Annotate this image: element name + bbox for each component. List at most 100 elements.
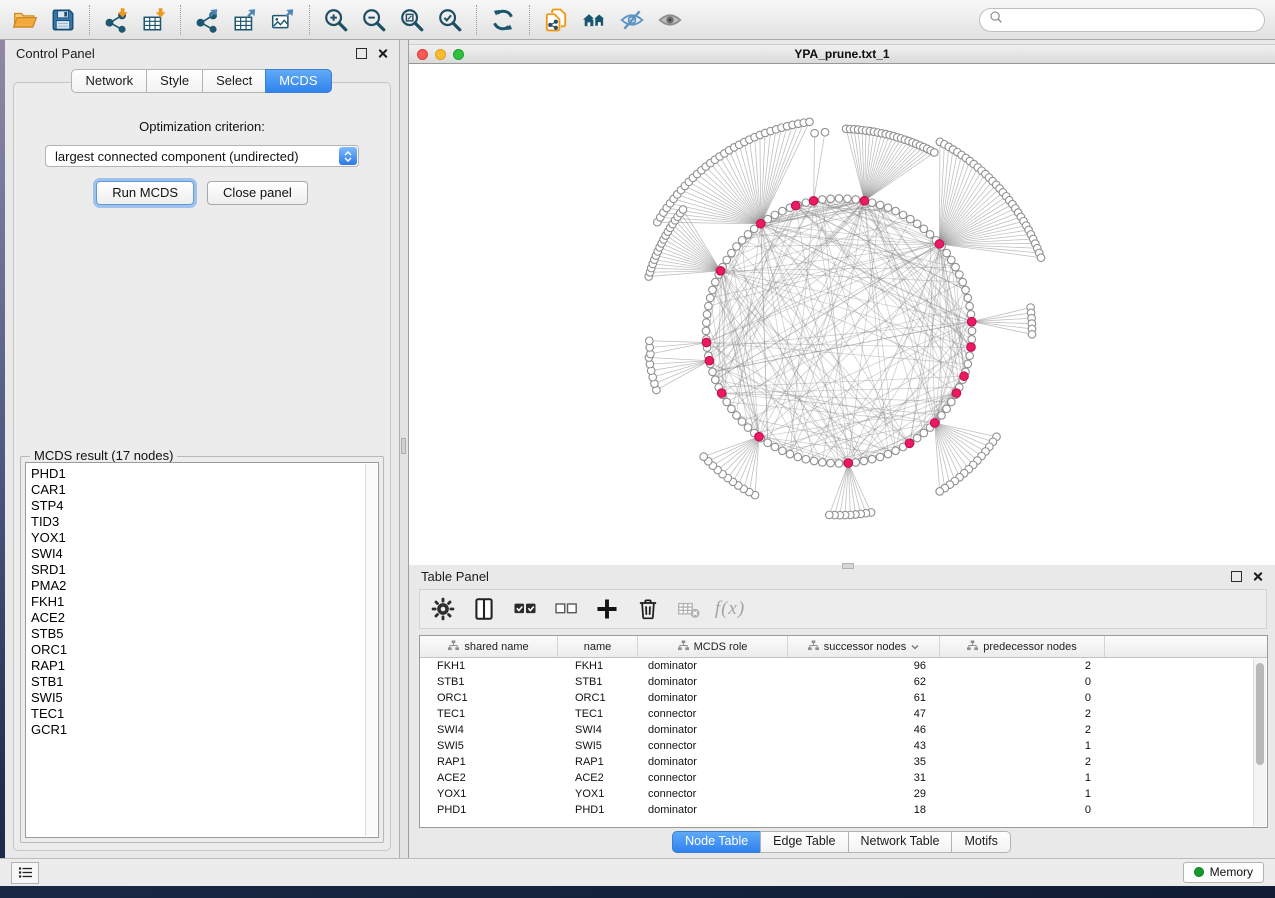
result-node-item[interactable]: ACE2 — [31, 610, 378, 626]
refresh-icon[interactable] — [488, 5, 518, 35]
deselect-all-icon[interactable] — [553, 596, 579, 622]
float-table-panel-icon[interactable] — [1231, 571, 1242, 582]
result-node-item[interactable]: ORC1 — [31, 642, 378, 658]
first-neighbors-icon[interactable] — [579, 5, 609, 35]
zoom-fit-icon[interactable] — [397, 5, 427, 35]
zoom-selected-icon[interactable] — [435, 5, 465, 35]
column-header-mcds-role[interactable]: MCDS role — [638, 636, 788, 657]
show-all-icon[interactable] — [655, 5, 685, 35]
table-tabs: Node TableEdge TableNetwork TableMotifs — [409, 828, 1275, 858]
open-file-icon[interactable] — [10, 5, 40, 35]
sort-chevron-icon — [911, 641, 919, 653]
close-panel-icon[interactable] — [377, 48, 388, 59]
criterion-select[interactable]: largest connected component (undirected) — [45, 145, 359, 167]
window-zoom-button[interactable] — [453, 49, 464, 60]
network-graph[interactable] — [409, 64, 1275, 565]
tab-select[interactable]: Select — [202, 69, 266, 93]
window-minimize-button[interactable] — [435, 49, 446, 60]
hide-selected-icon[interactable] — [617, 5, 647, 35]
tab-network[interactable]: Network — [71, 69, 147, 93]
search-icon — [989, 10, 1003, 29]
result-node-item[interactable]: STP4 — [31, 498, 378, 514]
float-panel-icon[interactable] — [356, 48, 367, 59]
table-cell: 2 — [940, 724, 1105, 736]
table-row[interactable]: FKH1FKH1dominator962 — [420, 658, 1267, 674]
tab-mcds[interactable]: MCDS — [265, 69, 331, 93]
settings-gear-icon[interactable] — [430, 596, 456, 622]
tab-network-table[interactable]: Network Table — [848, 831, 953, 853]
mcds-result-list[interactable]: PHD1CAR1STP4TID3YOX1SWI4SRD1PMA2FKH1ACE2… — [25, 462, 379, 838]
result-node-item[interactable]: TID3 — [31, 514, 378, 530]
column-label: shared name — [464, 641, 528, 653]
select-stepper-icon — [339, 147, 357, 165]
result-node-item[interactable]: SRD1 — [31, 562, 378, 578]
table-row[interactable]: ORC1ORC1dominator610 — [420, 690, 1267, 706]
table-scrollbar-thumb[interactable] — [1256, 663, 1264, 765]
column-header-successor-nodes[interactable]: successor nodes — [788, 636, 940, 657]
zoom-out-icon[interactable] — [359, 5, 389, 35]
table-row[interactable]: PHD1PHD1dominator180 — [420, 802, 1267, 818]
horizontal-splitter-grip[interactable] — [842, 563, 854, 569]
result-node-item[interactable]: SWI4 — [31, 546, 378, 562]
add-column-icon[interactable] — [594, 596, 620, 622]
close-table-panel-icon[interactable] — [1252, 571, 1263, 582]
table-header-row: shared name nameMCDS rolesuccessor nodesp… — [420, 636, 1267, 658]
column-header-shared-name[interactable]: shared name — [420, 636, 558, 657]
result-node-item[interactable]: SWI5 — [31, 690, 378, 706]
duplicate-network-icon[interactable] — [541, 5, 571, 35]
result-node-item[interactable]: TEC1 — [31, 706, 378, 722]
search-input[interactable] — [1009, 12, 1255, 28]
table-cell: dominator — [638, 676, 788, 688]
memory-button[interactable]: Memory — [1183, 862, 1264, 883]
table-cell: 31 — [788, 772, 940, 784]
table-cell: 1 — [940, 740, 1105, 752]
column-header-name[interactable]: name — [558, 636, 638, 657]
task-history-button[interactable] — [11, 862, 39, 884]
splitter-grip[interactable] — [401, 438, 406, 454]
table-row[interactable]: SWI4SWI4dominator462 — [420, 722, 1267, 738]
table-cell: 46 — [788, 724, 940, 736]
save-icon[interactable] — [48, 5, 78, 35]
delete-table-icon — [676, 596, 702, 622]
table-row[interactable]: TEC1TEC1connector472 — [420, 706, 1267, 722]
table-row[interactable]: STB1STB1dominator620 — [420, 674, 1267, 690]
table-row[interactable]: RAP1RAP1dominator352 — [420, 754, 1267, 770]
result-node-item[interactable]: STB5 — [31, 626, 378, 642]
table-row[interactable]: ACE2ACE2connector311 — [420, 770, 1267, 786]
zoom-in-icon[interactable] — [321, 5, 351, 35]
result-node-item[interactable]: YOX1 — [31, 530, 378, 546]
tab-node-table[interactable]: Node Table — [672, 831, 761, 853]
column-panel-icon[interactable] — [471, 596, 497, 622]
table-row[interactable]: YOX1YOX1connector291 — [420, 786, 1267, 802]
tab-edge-table[interactable]: Edge Table — [760, 831, 848, 853]
tab-style[interactable]: Style — [146, 69, 203, 93]
delete-column-icon[interactable] — [635, 596, 661, 622]
table-cell: ACE2 — [420, 772, 558, 784]
column-tree-icon — [967, 640, 978, 654]
result-node-item[interactable]: STB1 — [31, 674, 378, 690]
import-network-icon[interactable] — [101, 5, 131, 35]
export-image-icon[interactable] — [268, 5, 298, 35]
search-field[interactable] — [979, 8, 1265, 32]
column-header-predecessor-nodes[interactable]: predecessor nodes — [940, 636, 1105, 657]
run-mcds-button[interactable]: Run MCDS — [96, 181, 194, 205]
close-panel-button[interactable]: Close panel — [207, 181, 308, 205]
import-table-icon[interactable] — [139, 5, 169, 35]
result-node-item[interactable]: PHD1 — [31, 466, 378, 482]
table-scrollbar[interactable] — [1253, 658, 1266, 826]
result-node-item[interactable]: CAR1 — [31, 482, 378, 498]
result-node-item[interactable]: RAP1 — [31, 658, 378, 674]
result-node-item[interactable]: GCR1 — [31, 722, 378, 738]
tab-motifs[interactable]: Motifs — [951, 831, 1010, 853]
network-canvas[interactable] — [409, 64, 1275, 565]
export-table-icon[interactable] — [230, 5, 260, 35]
select-all-icon[interactable] — [512, 596, 538, 622]
result-list-scrollbar[interactable] — [365, 464, 377, 836]
result-node-item[interactable]: FKH1 — [31, 594, 378, 610]
result-node-item[interactable]: PMA2 — [31, 578, 378, 594]
panel-splitter[interactable] — [400, 40, 409, 858]
window-close-button[interactable] — [417, 49, 428, 60]
export-network-icon[interactable] — [192, 5, 222, 35]
memory-label: Memory — [1210, 865, 1253, 879]
table-row[interactable]: SWI5SWI5connector431 — [420, 738, 1267, 754]
